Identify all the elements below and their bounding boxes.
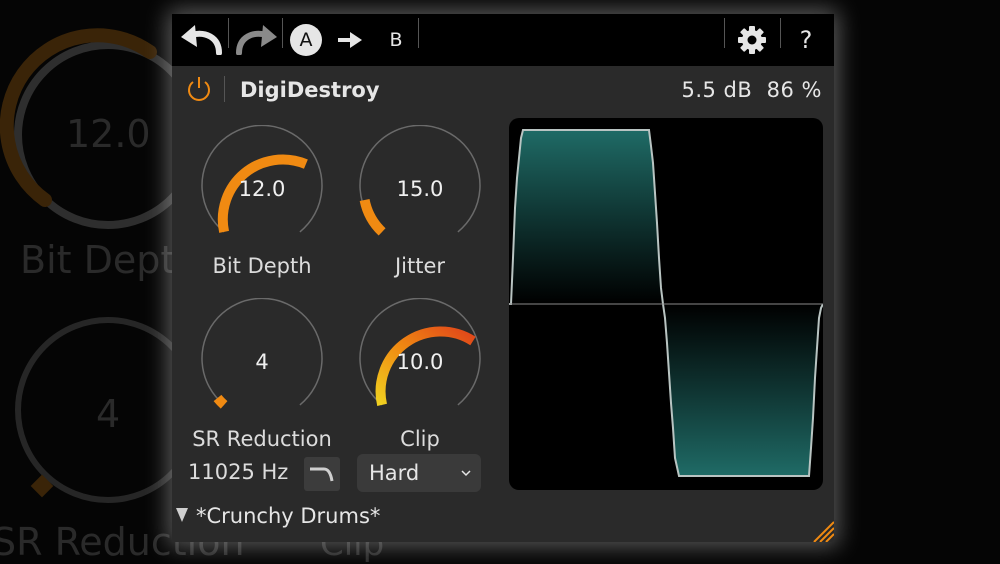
copy-a-to-b-button[interactable] xyxy=(332,14,368,66)
jitter-value: 15.0 xyxy=(396,177,444,201)
filter-toggle-button[interactable] xyxy=(304,457,340,491)
chevron-down-icon xyxy=(461,470,471,477)
preset-menu-arrow-icon[interactable] xyxy=(176,508,188,522)
header-readout: 5.5 dB 86 % xyxy=(681,78,822,102)
clip-mode-selected: Hard xyxy=(369,461,420,485)
settings-button[interactable] xyxy=(730,14,774,66)
redo-icon xyxy=(236,25,277,55)
sr-reduction-label: SR Reduction xyxy=(192,427,332,451)
bit-depth-label: Bit Depth xyxy=(212,254,312,278)
resize-handle-icon[interactable] xyxy=(808,516,834,542)
lowpass-filter-icon xyxy=(310,467,334,482)
sr-frequency: 11025 Hz xyxy=(188,460,289,484)
waveform-graph xyxy=(509,129,823,477)
clip-label: Clip xyxy=(400,427,440,451)
power-icon[interactable] xyxy=(184,74,214,104)
waveform-display xyxy=(509,118,823,490)
bit-depth-value: 12.0 xyxy=(238,177,286,201)
level-readout: 5.5 dB xyxy=(681,78,753,102)
clip-mode-dropdown[interactable]: Hard xyxy=(357,454,481,492)
undo-icon xyxy=(181,25,222,55)
mix-readout: 86 % xyxy=(766,78,822,102)
redo-button[interactable] xyxy=(230,14,282,66)
background-knob-value2: 4 xyxy=(96,392,121,436)
gear-icon xyxy=(738,26,766,54)
plugin-title: DigiDestroy xyxy=(240,78,380,102)
preset-name[interactable]: *Crunchy Drums* xyxy=(196,504,380,528)
slot-a-label: A xyxy=(290,24,322,56)
undo-button[interactable] xyxy=(176,14,228,66)
toolbar: A B ? xyxy=(172,14,834,66)
jitter-label: Jitter xyxy=(394,254,446,278)
plugin-window: A B ? DigiDestroy 5.5 dB 86 % 12.0 Bit D… xyxy=(172,14,834,542)
clip-value: 10.0 xyxy=(396,350,444,374)
sr-reduction-value: 4 xyxy=(255,350,269,374)
help-button[interactable]: ? xyxy=(784,14,828,66)
arrow-right-icon xyxy=(338,32,362,48)
slot-a-button[interactable]: A xyxy=(286,14,326,66)
background-knob-value: 12.0 xyxy=(66,112,151,156)
slot-b-button[interactable]: B xyxy=(378,14,414,66)
